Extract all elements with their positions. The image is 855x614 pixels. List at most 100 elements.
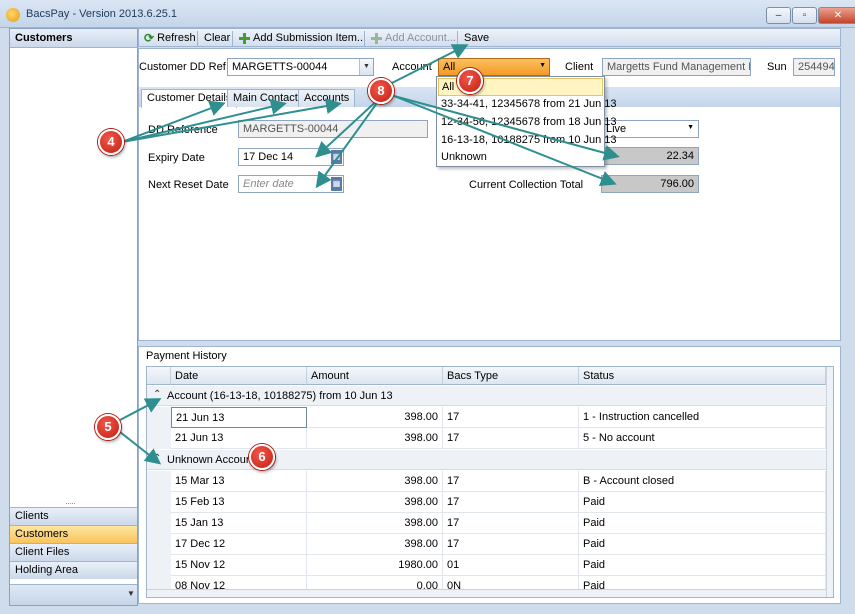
dropdown-option[interactable]: 33-34-41, 12345678 from 21 Jun 13 xyxy=(438,96,617,114)
table-row[interactable]: 15 Jan 13 398.00 17 Paid xyxy=(147,513,833,534)
toolbar-separator xyxy=(457,31,458,46)
callout-marker-7: 7 xyxy=(457,68,483,94)
calendar-icon[interactable]: ▦ xyxy=(331,150,342,164)
add-submission-button[interactable]: Add Submission Item... xyxy=(236,30,369,46)
customer-ref-label: Customer DD Ref xyxy=(139,61,226,73)
row-indent xyxy=(147,428,171,449)
callout-marker-4: 4 xyxy=(98,129,124,155)
table-row[interactable]: 15 Mar 13 398.00 17 B - Account closed xyxy=(147,471,833,492)
toolbar-separator xyxy=(364,31,365,46)
collection-total-field: 796.00 xyxy=(601,175,699,193)
table-row[interactable]: 15 Feb 13 398.00 17 Paid xyxy=(147,492,833,513)
group-label: Unknown Account xyxy=(167,454,256,466)
nav-item-holding-area[interactable]: Holding Area xyxy=(10,561,137,579)
payment-history-panel: Payment History Date Amount Bacs Type St… xyxy=(138,346,841,604)
callout-marker-6: 6 xyxy=(249,444,275,470)
dd-reference-label: DD Reference xyxy=(148,124,218,136)
refresh-button[interactable]: ⟳ Refresh xyxy=(141,30,199,46)
group-row[interactable]: ⌃ Account (16-13-18, 10188275) from 10 J… xyxy=(147,386,833,406)
column-header-bacs-type[interactable]: Bacs Type xyxy=(443,367,579,385)
cell-amount: 398.00 xyxy=(307,407,443,428)
navigation-header: Customers xyxy=(10,29,137,48)
payment-history-grid: Date Amount Bacs Type Status ⌃ Account (… xyxy=(146,366,834,598)
cell-bacs-type: 17 xyxy=(443,492,579,513)
client-label: Client xyxy=(565,61,594,73)
customer-ref-value: MARGETTS-00044 xyxy=(232,61,328,73)
chevron-down-icon[interactable]: ▼ xyxy=(359,59,373,75)
table-row[interactable]: 21 Jun 13 398.00 17 1 - Instruction canc… xyxy=(147,407,833,428)
client-field: Margetts Fund Management Ltd xyxy=(602,58,751,76)
grid-header-spacer xyxy=(147,367,171,385)
horizontal-scrollbar[interactable] xyxy=(147,589,826,597)
next-reset-field[interactable]: Enter date ▦ xyxy=(238,175,344,193)
table-row[interactable]: 15 Nov 12 1980.00 01 Paid xyxy=(147,555,833,576)
row-indent xyxy=(147,534,171,555)
dropdown-option[interactable]: Unknown xyxy=(438,149,603,167)
chevron-down-icon[interactable]: ▼ xyxy=(127,589,135,598)
account-select[interactable]: All ▼ xyxy=(438,58,550,76)
nav-item-client-files[interactable]: Client Files xyxy=(10,543,137,561)
chevron-down-icon: ▼ xyxy=(539,62,546,69)
add-icon xyxy=(371,32,382,44)
navigation-footer: ▼ xyxy=(10,584,137,605)
calendar-icon[interactable]: ▦ xyxy=(331,177,342,191)
save-button[interactable]: Save xyxy=(461,30,492,46)
tab-customer-details[interactable]: Customer Details xyxy=(141,89,238,108)
table-row[interactable]: 21 Jun 13 398.00 17 5 - No account xyxy=(147,428,833,449)
cell-amount: 398.00 xyxy=(307,471,443,492)
expiry-date-field[interactable]: 17 Dec 14 ▦ xyxy=(238,148,344,166)
cell-status: Paid xyxy=(579,534,826,555)
column-header-amount[interactable]: Amount xyxy=(307,367,443,385)
app-icon xyxy=(6,8,20,22)
add-icon xyxy=(239,32,250,44)
row-indent xyxy=(147,471,171,492)
customer-ref-combo[interactable]: MARGETTS-00044 ▼ xyxy=(227,58,374,76)
row-indent xyxy=(147,407,171,428)
column-header-status[interactable]: Status xyxy=(579,367,826,385)
toolbar: ⟳ Refresh Clear Add Submission Item... A… xyxy=(138,28,841,47)
refresh-label: Refresh xyxy=(157,32,196,44)
tab-main-contact[interactable]: Main Contact xyxy=(227,89,304,107)
cell-status: B - Account closed xyxy=(579,471,826,492)
toolbar-separator xyxy=(232,31,233,46)
cell-status: Paid xyxy=(579,492,826,513)
nav-item-customers[interactable]: Customers xyxy=(10,525,137,543)
cell-date: 15 Feb 13 xyxy=(171,492,307,513)
dropdown-option[interactable]: 12-34-56, 12345678 from 18 Jun 13 xyxy=(438,114,617,132)
toolbar-separator xyxy=(197,31,198,46)
cell-status: Paid xyxy=(579,513,826,534)
column-header-date[interactable]: Date xyxy=(171,367,307,385)
dropdown-option[interactable]: 16-13-18, 10188275 from 10 Jun 13 xyxy=(438,132,617,150)
cell-bacs-type: 17 xyxy=(443,428,579,449)
navigation-panel: Customers ····· Clients Customers Client… xyxy=(9,28,138,606)
title-bar: BacsPay - Version 2013.6.25.1 – ▫ ✕ xyxy=(0,0,855,28)
row-indent xyxy=(147,492,171,513)
add-account-button[interactable]: Add Account... xyxy=(368,30,459,46)
vertical-scrollbar[interactable] xyxy=(826,367,833,597)
chevron-down-icon: ▼ xyxy=(687,124,694,131)
expiry-date-value: 17 Dec 14 xyxy=(243,151,294,163)
dd-reference-field: MARGETTS-00044 xyxy=(238,120,428,138)
close-button[interactable]: ✕ xyxy=(818,7,855,24)
collapse-icon[interactable]: ⌃ xyxy=(153,389,161,400)
expiry-date-label: Expiry Date xyxy=(148,152,205,164)
clear-button[interactable]: Clear xyxy=(201,30,233,46)
next-reset-placeholder: Enter date xyxy=(243,178,294,190)
cell-amount: 398.00 xyxy=(307,513,443,534)
cell-status: Paid xyxy=(579,555,826,576)
sun-field: 254494 xyxy=(793,58,835,76)
cell-date: 21 Jun 13 xyxy=(171,428,307,449)
nav-item-clients[interactable]: Clients xyxy=(10,507,137,525)
maximize-button[interactable]: ▫ xyxy=(792,7,817,24)
collapse-icon[interactable]: ⌃ xyxy=(153,453,161,464)
callout-marker-8: 8 xyxy=(368,78,394,104)
tab-accounts[interactable]: Accounts xyxy=(298,89,356,107)
cell-bacs-type: 17 xyxy=(443,407,579,428)
cell-bacs-type: 17 xyxy=(443,471,579,492)
cell-date: 15 Nov 12 xyxy=(171,555,307,576)
table-row[interactable]: 17 Dec 12 398.00 17 Paid xyxy=(147,534,833,555)
collection-total-label: Current Collection Total xyxy=(469,179,584,191)
cell-date[interactable]: 21 Jun 13 xyxy=(171,407,307,428)
minimize-button[interactable]: – xyxy=(766,7,791,24)
cell-bacs-type: 17 xyxy=(443,534,579,555)
